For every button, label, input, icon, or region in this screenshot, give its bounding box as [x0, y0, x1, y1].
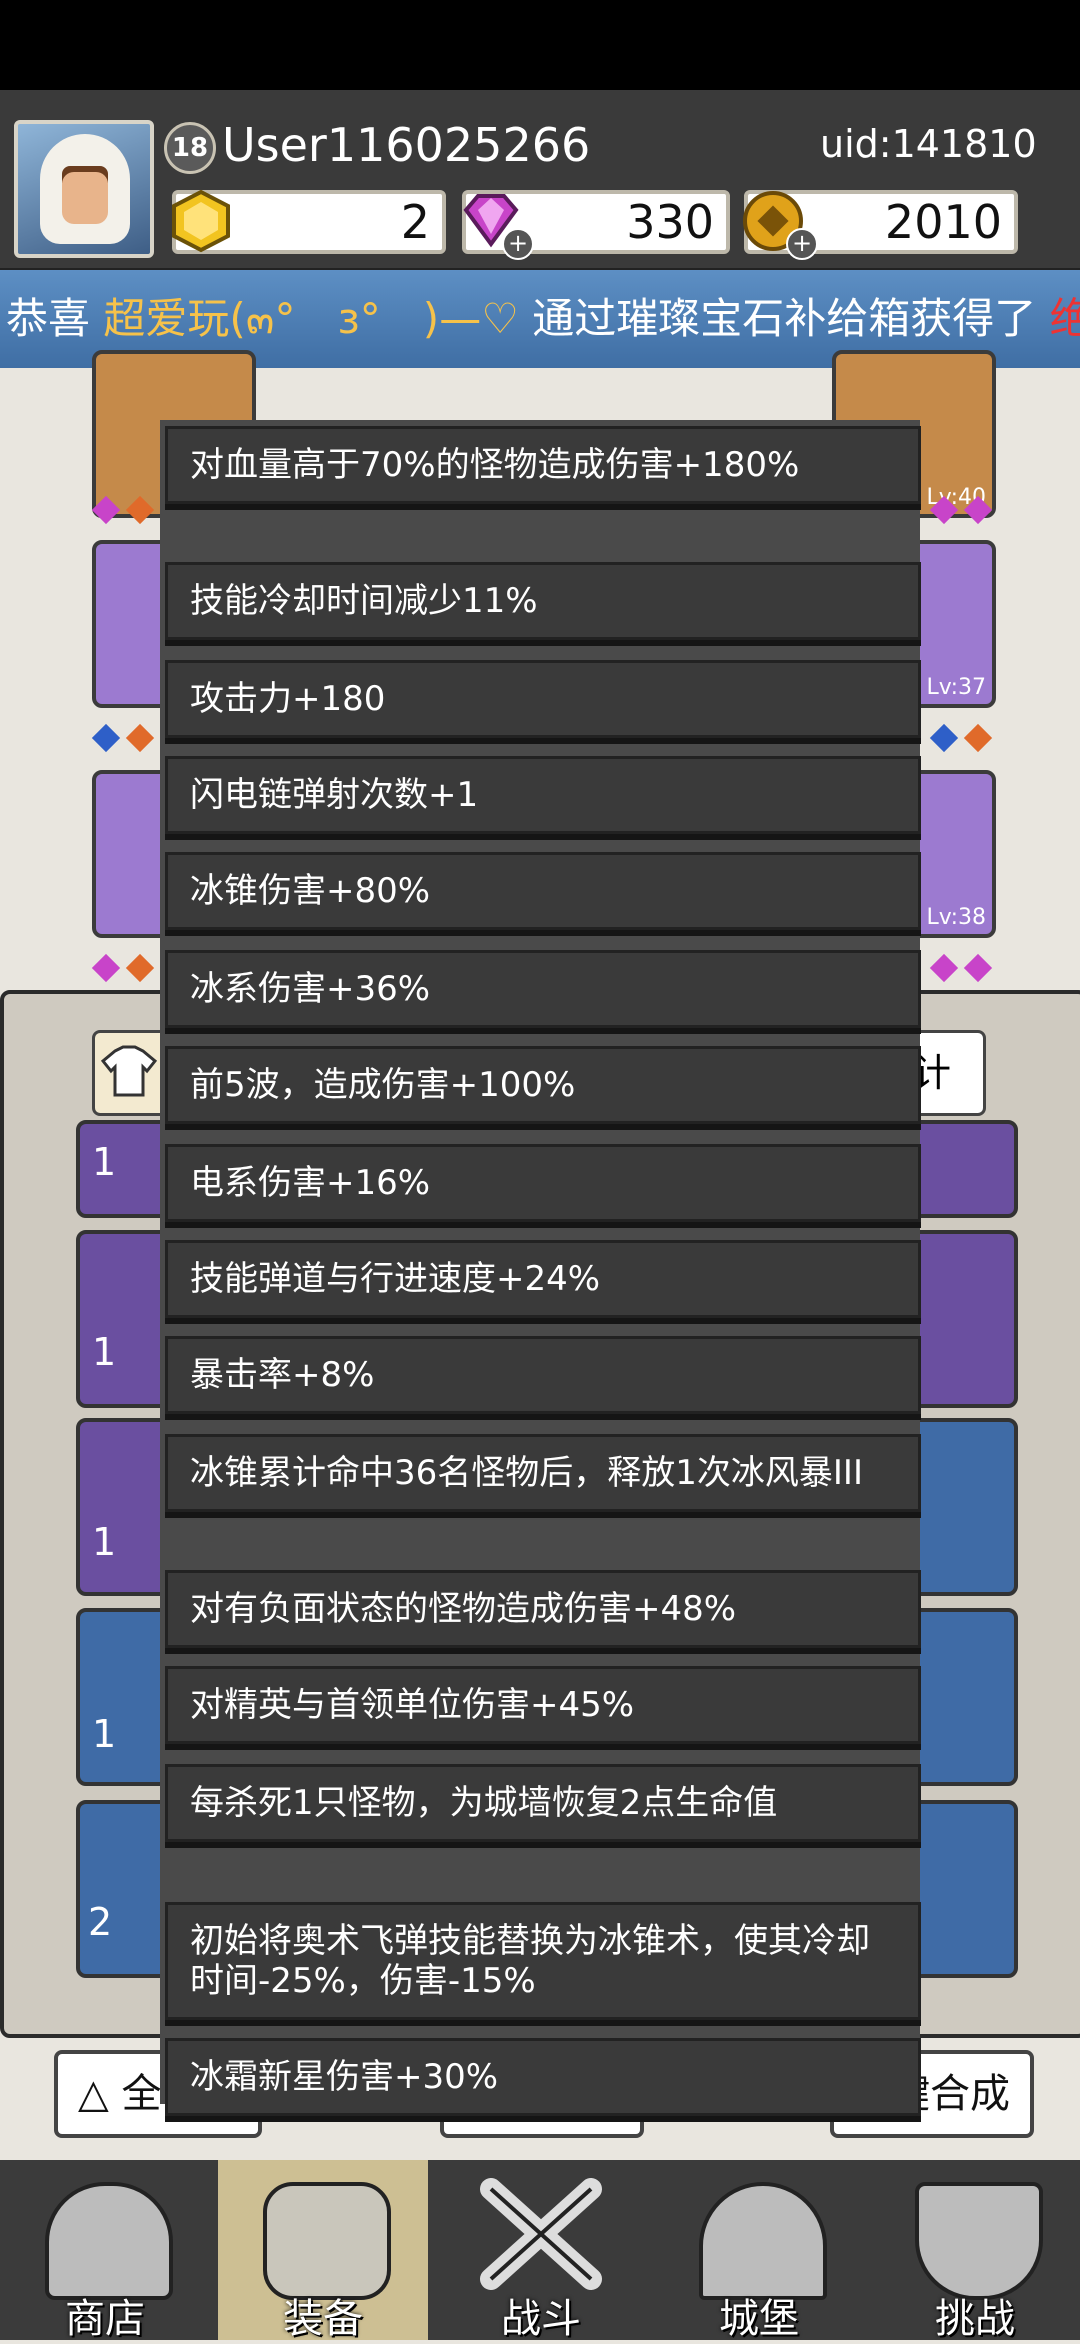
attribute-row: 电系伤害+16%: [165, 1144, 921, 1222]
attribute-row: 对有负面状态的怪物造成伤害+48%: [165, 1570, 921, 1648]
gold-gem-icon: [172, 189, 230, 253]
rarity-diamond-icon: [963, 953, 993, 983]
attribute-row: 冰系伤害+36%: [165, 950, 921, 1028]
rarity-diamond-icon: [91, 723, 121, 753]
attribute-text: 技能弹道与行进速度+24%: [190, 1259, 601, 1299]
status-bar: [0, 0, 1080, 90]
attribute-row: 初始将奥术飞弹技能替换为冰锥术，使其冷却时间-25%，伤害-15%: [165, 1902, 921, 2020]
attribute-row: 冰锥累计命中36名怪物后，释放1次冰风暴III: [165, 1434, 921, 1512]
diamond-counter: + 330: [462, 190, 730, 260]
nav-castle-label: 城堡: [719, 2296, 799, 2342]
attribute-text: 前5波，造成伤害+100%: [190, 1065, 576, 1105]
rarity-diamond-icon: [91, 953, 121, 983]
attribute-text: 暴击率+8%: [190, 1355, 375, 1395]
announcement-player: 超爱玩(๓° з° )—♡: [103, 294, 519, 343]
announcement-suffix: 通过璀璨宝石补给箱获得了: [532, 294, 1037, 343]
rarity-diamond-icon: [125, 953, 155, 983]
rarity-diamond-icon: [929, 953, 959, 983]
gold-gem-counter: 2: [172, 189, 446, 254]
nav-shop[interactable]: 商店: [0, 2160, 210, 2342]
attribute-text: 初始将奥术飞弹技能替换为冰锥术，使其冷却时间-25%，伤害-15%: [190, 1921, 870, 2001]
attribute-text: 冰锥累计命中36名怪物后，释放1次冰风暴III: [190, 1453, 863, 1493]
attribute-text: 闪电链弹射次数+1: [190, 775, 479, 815]
coin-counter: + 2010: [743, 190, 1018, 260]
warning-icon: △: [78, 2071, 109, 2117]
add-coin-button[interactable]: +: [786, 228, 818, 260]
attribute-row: 对血量高于70%的怪物造成伤害+180%: [165, 426, 921, 504]
attribute-row: 技能冷却时间减少11%: [165, 562, 921, 640]
shop-icon: [45, 2182, 173, 2300]
username: User116025266: [222, 118, 591, 172]
shield-icon: [915, 2182, 1043, 2300]
shirt-icon: [100, 1045, 158, 1097]
announcement-prefix: 恭喜: [6, 294, 91, 343]
attribute-text: 技能冷却时间减少11%: [190, 581, 538, 621]
nav-challenge-label: 挑战: [935, 2296, 1015, 2342]
item-count: 1: [92, 1712, 117, 1756]
attribute-row: 技能弹道与行进速度+24%: [165, 1240, 921, 1318]
item-count: 1: [92, 1520, 117, 1564]
attribute-text: 冰霜新星伤害+30%: [190, 2057, 499, 2097]
rarity-diamond-icon: [125, 723, 155, 753]
avatar[interactable]: [14, 120, 154, 258]
nav-challenge[interactable]: 挑战: [870, 2160, 1080, 2342]
nav-shop-label: 商店: [65, 2296, 145, 2342]
nav-battle-label: 战斗: [501, 2296, 581, 2342]
attribute-text: 对有负面状态的怪物造成伤害+48%: [190, 1589, 737, 1629]
nav-equipment[interactable]: 装备: [218, 2160, 428, 2342]
bottom-navigation: 商店 装备 战斗 城堡 挑战: [0, 2160, 1080, 2342]
equip-level: Lv:38: [926, 905, 986, 930]
item-count: 1: [92, 1330, 117, 1374]
attribute-text: 攻击力+180: [190, 679, 386, 719]
gold-gem-value: 2: [400, 195, 430, 249]
diamond-value: 330: [626, 195, 714, 249]
nav-battle[interactable]: 战斗: [436, 2160, 646, 2342]
attribute-row: 前5波，造成伤害+100%: [165, 1046, 921, 1124]
crossed-swords-icon: [480, 2178, 602, 2290]
attribute-row: 每杀死1只怪物，为城墙恢复2点生命值: [165, 1764, 921, 1842]
attribute-row: 冰霜新星伤害+30%: [165, 2038, 921, 2116]
level-badge: 18: [164, 122, 216, 174]
attribute-row: 攻击力+180: [165, 660, 921, 738]
item-count: 1: [92, 1140, 117, 1184]
attribute-text: 冰系伤害+36%: [190, 969, 431, 1009]
attribute-text: 电系伤害+16%: [190, 1163, 431, 1203]
shirt-filter-tab[interactable]: [92, 1030, 168, 1116]
equip-level: Lv:37: [926, 675, 986, 700]
nav-castle[interactable]: 城堡: [654, 2160, 864, 2342]
backpack-icon: [263, 2182, 391, 2300]
castle-icon: [699, 2182, 827, 2300]
attribute-text: 对血量高于70%的怪物造成伤害+180%: [190, 445, 800, 485]
nav-equipment-label: 装备: [283, 2296, 363, 2342]
attribute-text: 冰锥伤害+80%: [190, 871, 431, 911]
add-diamond-button[interactable]: +: [502, 228, 534, 260]
coin-value: 2010: [884, 195, 1002, 249]
attribute-text: 对精英与首领单位伤害+45%: [190, 1685, 635, 1725]
rarity-diamond-icon: [963, 723, 993, 753]
attribute-row: 闪电链弹射次数+1: [165, 756, 921, 834]
uid-label: uid:141810: [820, 122, 1037, 166]
announcement-tail: 绝: [1049, 294, 1080, 343]
item-count: 2: [88, 1900, 113, 1944]
player-header: 18 User116025266 uid:141810 2 + 330 + 20…: [0, 90, 1080, 271]
attribute-row: 冰锥伤害+80%: [165, 852, 921, 930]
attribute-text: 每杀死1只怪物，为城墙恢复2点生命值: [190, 1783, 778, 1823]
rarity-diamond-icon: [929, 723, 959, 753]
attribute-row: 对精英与首领单位伤害+45%: [165, 1666, 921, 1744]
attribute-row: 暴击率+8%: [165, 1336, 921, 1414]
